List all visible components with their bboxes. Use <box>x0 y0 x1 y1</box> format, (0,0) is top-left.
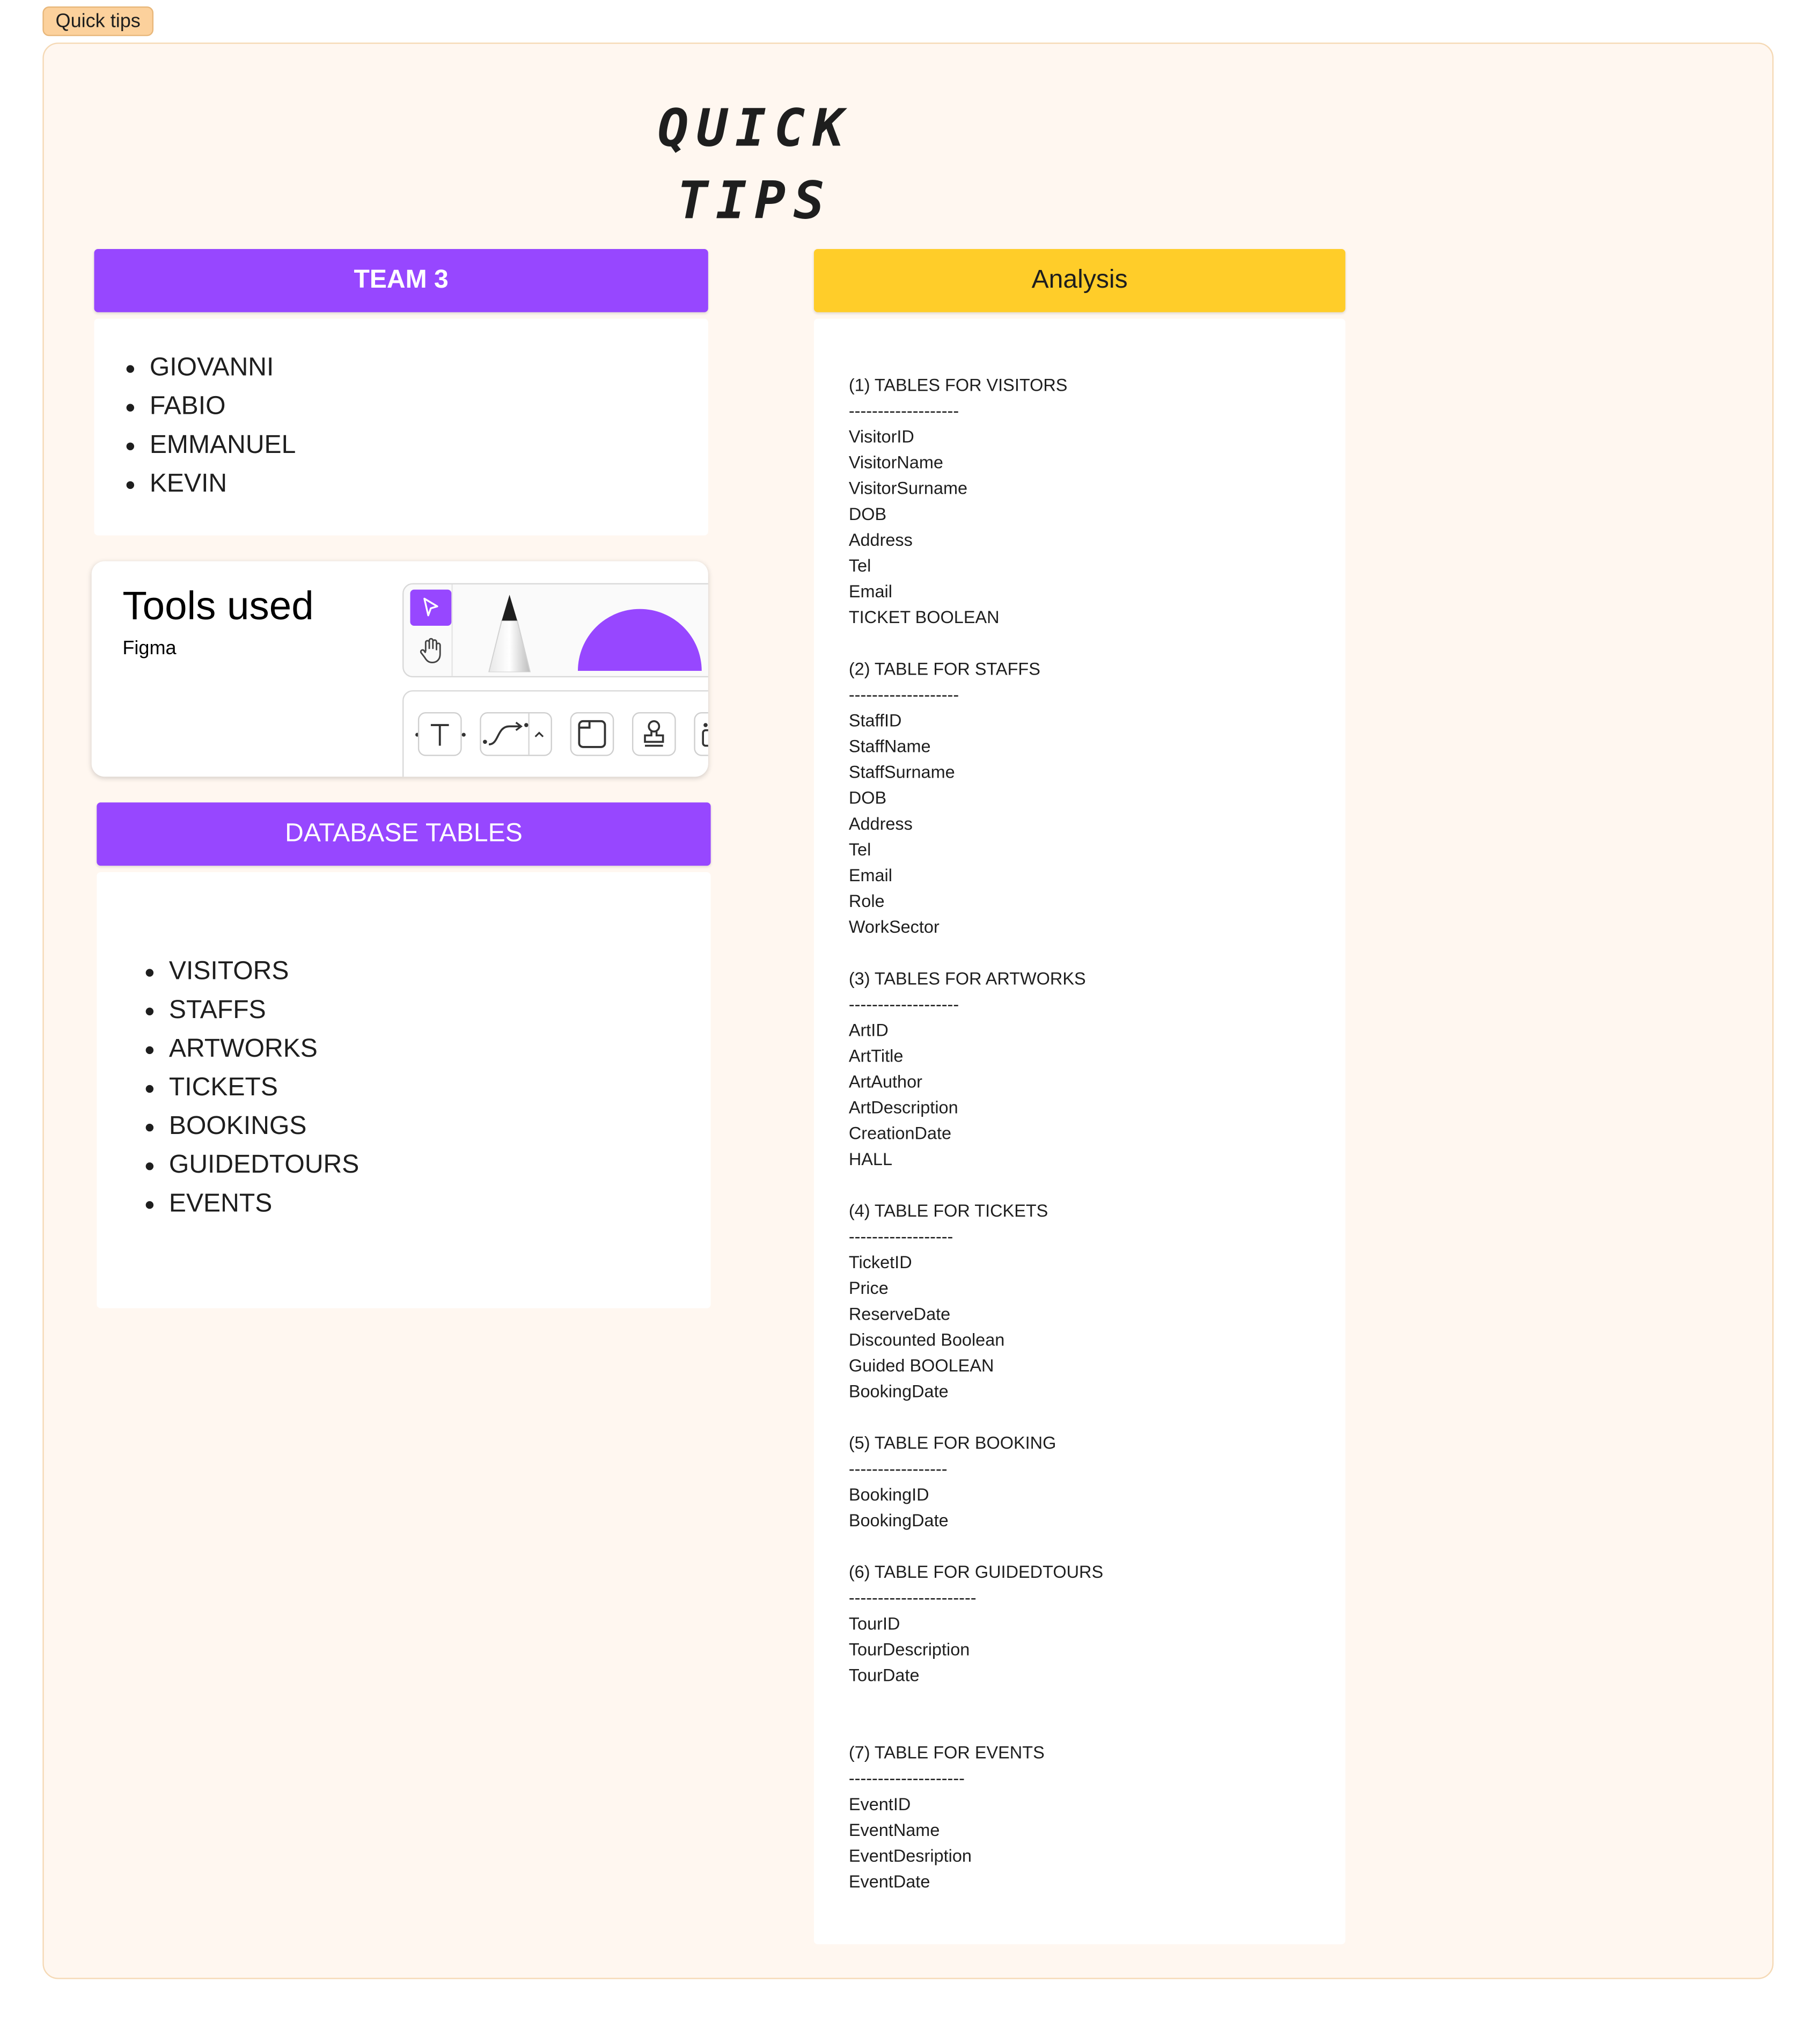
more-tool-icon <box>694 712 708 756</box>
analysis-header-label: Analysis <box>1031 266 1128 295</box>
database-tables-header[interactable]: DATABASE TABLES <box>97 802 711 866</box>
toolbar-divider <box>451 584 453 676</box>
list-item: EVENTS <box>169 1184 711 1223</box>
section-tool-icon <box>570 712 614 756</box>
database-table-list: VISITORS STAFFS ARTWORKS TICKETS BOOKING… <box>97 952 710 1223</box>
section-label[interactable]: Quick tips <box>42 6 154 36</box>
list-item: TICKETS <box>169 1069 711 1107</box>
list-item: KEVIN <box>150 464 708 503</box>
analysis-header[interactable]: Analysis <box>813 248 1346 312</box>
team-card[interactable]: GIOVANNI FABIO EMMANUEL KEVIN <box>94 318 708 536</box>
list-item: ARTWORKS <box>169 1029 711 1068</box>
hand-icon <box>410 631 451 670</box>
page-title: QUICK TIPS <box>657 99 852 231</box>
chevron-up-icon <box>534 731 544 737</box>
analysis-text: (1) TABLES FOR VISITORS ----------------… <box>848 375 1104 1892</box>
section-label-text: Quick tips <box>55 10 141 33</box>
semicircle-shape-icon <box>575 601 704 671</box>
database-tables-card[interactable]: VISITORS STAFFS ARTWORKS TICKETS BOOKING… <box>97 872 711 1308</box>
team-header-label: TEAM 3 <box>354 266 449 295</box>
text-tool-icon <box>417 712 462 756</box>
dot-marker <box>461 733 466 737</box>
list-item: GUIDEDTOURS <box>169 1146 711 1184</box>
list-item: FABIO <box>150 387 708 426</box>
list-item: BOOKINGS <box>169 1107 711 1146</box>
figma-toolbar-preview-top <box>402 583 708 678</box>
tools-title: Tools used <box>122 583 314 628</box>
stamp-tool-icon <box>632 712 676 756</box>
tools-used-card[interactable]: Tools used Figma <box>91 561 708 777</box>
database-tables-header-label: DATABASE TABLES <box>285 819 523 848</box>
list-item: GIOVANNI <box>150 348 708 387</box>
pen-icon <box>481 592 538 673</box>
tools-subtitle: Figma <box>122 637 177 660</box>
list-item: VISITORS <box>169 952 711 991</box>
cursor-icon <box>410 589 452 626</box>
team-member-list: GIOVANNI FABIO EMMANUEL KEVIN <box>94 348 708 503</box>
list-item: STAFFS <box>169 991 711 1029</box>
whiteboard-canvas: Quick tips QUICK TIPS TEAM 3 GIOVANNI FA… <box>0 0 1820 2027</box>
team-header[interactable]: TEAM 3 <box>94 248 708 312</box>
list-item: EMMANUEL <box>150 426 708 464</box>
figma-toolbar-preview-bottom <box>402 690 708 777</box>
connector-tool-icon <box>480 712 552 756</box>
